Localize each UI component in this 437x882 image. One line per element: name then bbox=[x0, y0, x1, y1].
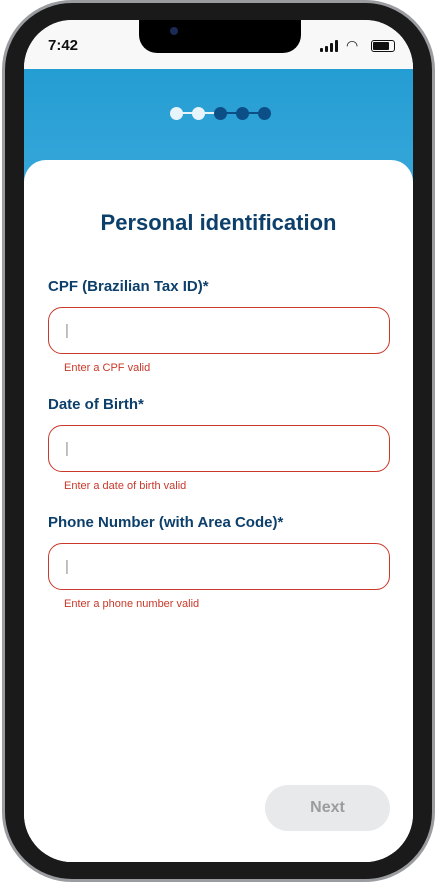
cpf-error: Enter a CPF valid bbox=[64, 362, 151, 374]
step-dot-1 bbox=[170, 107, 183, 120]
page-title: Personal identification bbox=[100, 210, 337, 235]
step-dot-3 bbox=[214, 107, 227, 120]
step-dot-5 bbox=[258, 107, 271, 120]
dob-label: Date of Birth* bbox=[48, 396, 144, 413]
dob-error: Enter a date of birth valid bbox=[64, 480, 187, 492]
form-card: Personal identification CPF (Brazilian T… bbox=[24, 160, 413, 862]
wifi-icon: ◠ bbox=[346, 37, 359, 53]
step-dot-2 bbox=[192, 107, 205, 120]
cpf-label: CPF (Brazilian Tax ID)* bbox=[48, 278, 209, 295]
dob-input[interactable]: | bbox=[48, 425, 390, 472]
screen: 7:42 ◠ Personal identification CPF (Braz… bbox=[24, 20, 413, 862]
phone-label: Phone Number (with Area Code)* bbox=[48, 514, 284, 531]
status-bar: 7:42 ◠ bbox=[24, 20, 413, 69]
progress-stepper bbox=[170, 106, 271, 120]
next-button[interactable]: Next bbox=[265, 785, 390, 831]
phone-input[interactable]: | bbox=[48, 543, 390, 590]
step-dot-4 bbox=[236, 107, 249, 120]
phone-error: Enter a phone number valid bbox=[64, 598, 200, 610]
notch bbox=[139, 20, 301, 53]
camera-icon bbox=[170, 27, 178, 35]
cpf-input[interactable]: | bbox=[48, 307, 390, 354]
status-time: 7:42 bbox=[48, 37, 79, 54]
battery-icon bbox=[371, 40, 395, 52]
signal-icon bbox=[320, 40, 338, 52]
